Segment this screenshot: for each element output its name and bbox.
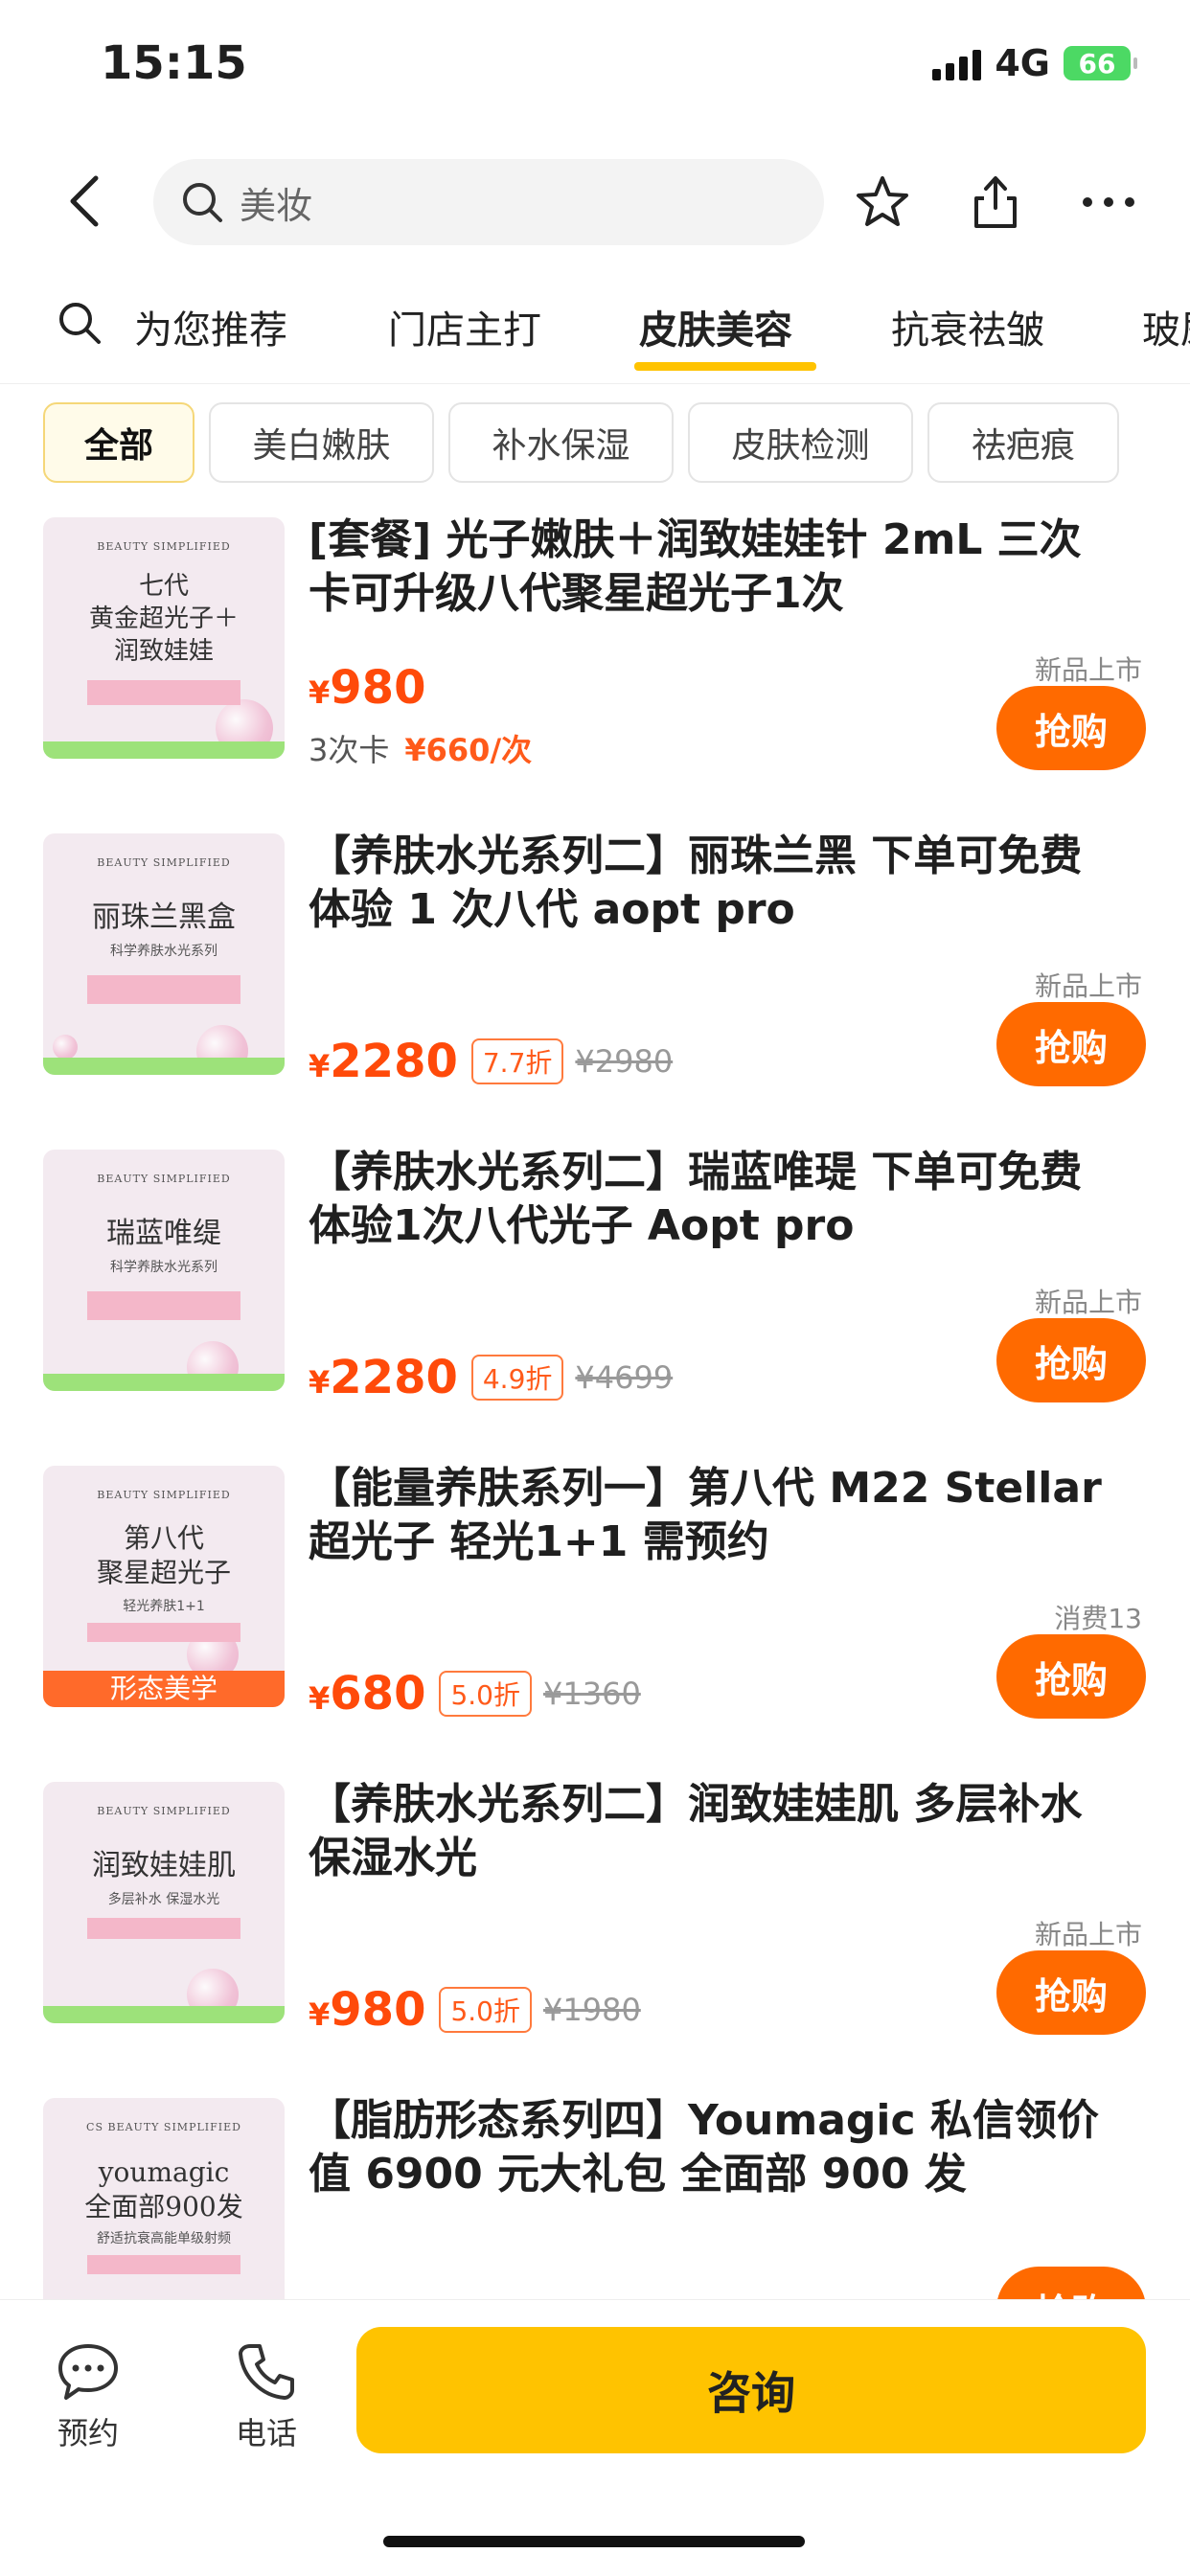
product-image: BEAUTY SIMPLIFIED 润致娃娃肌 多层补水 保湿水光 [43,1782,285,2023]
star-icon[interactable] [851,171,914,234]
card-info: 3次卡 ¥660/次 [309,726,532,770]
tab-recommend[interactable]: 为您推荐 [134,299,287,354]
list-item[interactable]: BEAUTY SIMPLIFIED 七代 黄金超光子＋ 润致娃娃 [套餐] 光子… [0,513,1190,830]
list-item[interactable]: BEAUTY SIMPLIFIED 润致娃娃肌 多层补水 保湿水光 【养肤水光系… [0,1778,1190,2094]
original-price: ¥4699 [575,1359,674,1396]
buy-button[interactable]: 抢购 [996,1318,1146,1402]
price-row: ¥2280 7.7折 ¥2980 [309,1035,673,1088]
bottom-action-bar: 预约 电话 咨询 [0,2299,1190,2576]
search-text: 美妆 [240,184,313,227]
battery-icon: 66 [1064,46,1137,80]
card-count: 3次卡 [309,732,390,768]
status-time: 15:15 [101,36,247,90]
buy-button[interactable]: 抢购 [996,686,1146,770]
price: ¥2280 [309,1035,458,1088]
status-badge: 新品上市 [1034,1919,1142,1950]
product-title: [套餐] 光子嫩肤＋润致娃娃针 2mL 三次卡可升级八代聚星超光子1次 [309,515,1082,618]
product-image: BEAUTY SIMPLIFIED 丽珠兰黑盒 科学养肤水光系列 [43,833,285,1075]
back-icon[interactable] [56,172,113,230]
original-price: ¥1980 [543,1992,641,2028]
chat-bubble-icon [55,2338,122,2405]
filter-chips: 全部 美白嫩肤 补水保湿 皮肤检测 祛疤痕 [0,402,1190,489]
price: ¥2280 [309,1351,458,1404]
book-label: 预约 [57,2415,119,2451]
chip-hydration[interactable]: 补水保湿 [448,402,674,483]
buy-button[interactable]: 抢购 [996,1002,1146,1086]
status-badge: 新品上市 [1034,654,1142,686]
product-image: BEAUTY SIMPLIFIED 七代 黄金超光子＋ 润致娃娃 [43,517,285,759]
status-badge: 新品上市 [1034,970,1142,1002]
price: ¥980 [309,661,426,715]
original-price: ¥2980 [575,1043,674,1080]
price-row: ¥980 5.0折 ¥1980 [309,1983,641,2037]
original-price: ¥1360 [543,1676,641,1712]
phone-label: 电话 [235,2415,297,2451]
book-button[interactable]: 预约 [31,2338,146,2453]
status-bar: 15:15 4G 66 [0,0,1190,134]
nav-bar: 美妆 [0,151,1190,253]
discount-badge: 5.0折 [439,1671,532,1717]
phone-icon [233,2338,300,2405]
product-list: BEAUTY SIMPLIFIED 七代 黄金超光子＋ 润致娃娃 [套餐] 光子… [0,508,1190,2299]
product-title: 【养肤水光系列二】瑞蓝唯瑅 下单可免费体验1次八代光子 Aopt pro [309,1148,1083,1250]
status-indicators: 4G 66 [932,42,1137,84]
price-row: ¥980 [309,661,425,715]
consult-button[interactable]: 咨询 [356,2327,1146,2453]
chip-scar[interactable]: 祛疤痕 [927,402,1119,483]
search-icon[interactable] [56,299,103,347]
product-title: 【脂肪形态系列四】Youmagic 私信领价值 6900 元大礼包 全面部 90… [309,2096,1099,2199]
battery-level: 66 [1078,47,1116,80]
tab-hyaluronic[interactable]: 玻尿 [1142,299,1190,354]
buy-button[interactable]: 抢购 [996,1634,1146,1719]
list-item[interactable]: BEAUTY SIMPLIFIED 瑞蓝唯缇 科学养肤水光系列 【养肤水光系列二… [0,1146,1190,1462]
signal-icon [932,46,982,80]
tab-anti-aging[interactable]: 抗衰祛皱 [891,299,1044,354]
per-use-price: ¥660/次 [404,732,533,768]
discount-badge: 7.7折 [470,1038,564,1084]
price: ¥980 [309,1983,426,2037]
tab-skin-beauty[interactable]: 皮肤美容 [639,299,792,354]
network-label: 4G [995,42,1050,84]
price: ¥680 [309,1667,426,1721]
share-icon[interactable] [964,171,1027,234]
chip-all[interactable]: 全部 [43,402,195,483]
phone-button[interactable]: 电话 [209,2338,324,2453]
price-row: ¥680 5.0折 ¥1360 [309,1667,641,1721]
sales-count: 消费13 [1054,1603,1142,1634]
home-indicator[interactable] [383,2536,805,2547]
discount-badge: 4.9折 [470,1355,564,1401]
list-item[interactable]: BEAUTY SIMPLIFIED 第八代 聚星超光子 轻光养肤1+1 形态美学… [0,1462,1190,1778]
product-image: BEAUTY SIMPLIFIED 第八代 聚星超光子 轻光养肤1+1 形态美学 [43,1466,285,1707]
list-item[interactable]: BEAUTY SIMPLIFIED 丽珠兰黑盒 科学养肤水光系列 【养肤水光系列… [0,830,1190,1146]
price-row: ¥2280 4.9折 ¥4699 [309,1351,673,1404]
product-image: CS BEAUTY SIMPLIFIED youmagic 全面部900发 舒适… [43,2098,285,2299]
category-tabs: 为您推荐 门店主打 皮肤美容 抗衰祛皱 玻尿 [0,287,1190,384]
product-title: 【能量养肤系列一】第八代 M22 Stellar 超光子 轻光1+1 需预约 [309,1464,1102,1566]
search-icon [180,179,226,225]
chip-whitening[interactable]: 美白嫩肤 [209,402,434,483]
discount-badge: 5.0折 [439,1987,532,2033]
search-input[interactable]: 美妆 [153,159,824,245]
buy-button[interactable]: 抢购 [996,2267,1146,2299]
status-badge: 新品上市 [1034,1287,1142,1318]
more-icon[interactable] [1077,171,1140,234]
buy-button[interactable]: 抢购 [996,1950,1146,2035]
product-title: 【养肤水光系列二】丽珠兰黑 下单可免费体验 1 次八代 aopt pro [309,832,1083,934]
tab-store-featured[interactable]: 门店主打 [388,299,541,354]
product-title: 【养肤水光系列二】润致娃娃肌 多层补水保湿水光 [309,1780,1083,1882]
list-item[interactable]: CS BEAUTY SIMPLIFIED youmagic 全面部900发 舒适… [0,2094,1190,2299]
chip-skin-test[interactable]: 皮肤检测 [688,402,913,483]
active-tab-indicator [634,362,816,371]
product-image: BEAUTY SIMPLIFIED 瑞蓝唯缇 科学养肤水光系列 [43,1150,285,1391]
